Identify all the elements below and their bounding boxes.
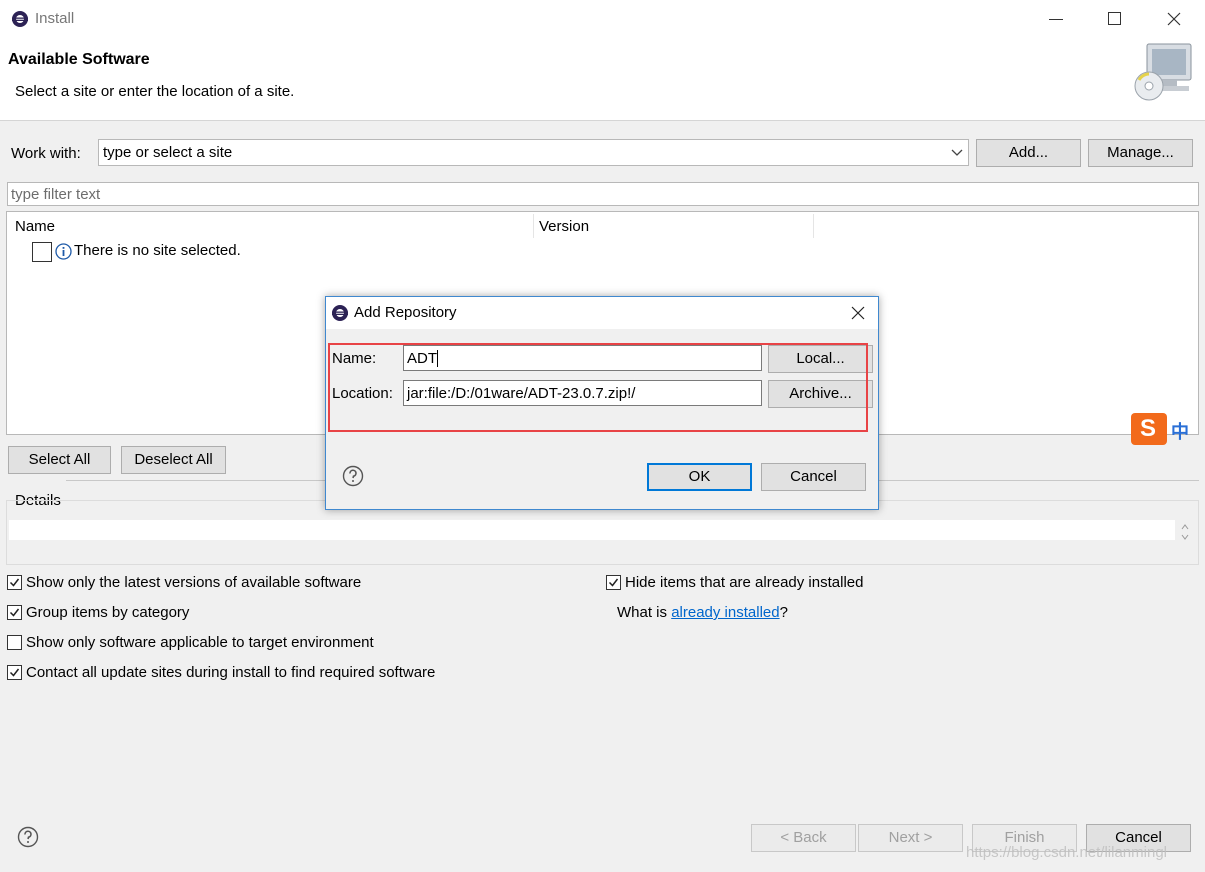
add-button[interactable]: Add... — [976, 139, 1081, 167]
spinner-icon[interactable] — [1180, 523, 1190, 541]
next-button[interactable]: Next > — [858, 824, 963, 852]
add-repository-dialog: Add Repository Name: ADT Local... Locati… — [325, 296, 879, 510]
info-icon — [55, 243, 72, 260]
window-title: Install — [35, 10, 75, 27]
close-button[interactable] — [1161, 7, 1187, 31]
help-icon[interactable] — [17, 826, 39, 848]
work-with-value: type or select a site — [103, 144, 233, 161]
deselect-all-button[interactable]: Deselect All — [121, 446, 226, 474]
what-is-prefix: What is — [617, 604, 672, 621]
what-is-suffix: ? — [779, 604, 788, 621]
work-with-label: Work with: — [11, 145, 81, 162]
dialog-cancel-button[interactable]: Cancel — [761, 463, 866, 491]
filter-placeholder: type filter text — [11, 186, 101, 203]
install-software-icon — [1134, 43, 1192, 101]
wizard-header: Available Software Select a site or ente… — [0, 38, 1205, 121]
column-divider — [533, 214, 534, 238]
hide-installed-checkbox[interactable] — [606, 575, 621, 590]
dialog-close-icon[interactable] — [851, 306, 865, 320]
window-titlebar: Install — [0, 0, 1205, 38]
back-button[interactable]: < Back — [751, 824, 856, 852]
hide-installed-label: Hide items that are already installed — [625, 574, 864, 591]
select-all-button[interactable]: Select All — [8, 446, 111, 474]
maximize-button[interactable] — [1102, 7, 1128, 31]
row-checkbox[interactable] — [32, 242, 52, 262]
what-is-installed-text: What is already installed? — [617, 604, 788, 621]
ime-mode: 中 — [1171, 422, 1189, 442]
latest-versions-checkbox[interactable] — [7, 575, 22, 590]
table-row: There is no site selected. — [74, 242, 241, 259]
column-divider — [813, 214, 814, 238]
details-text — [9, 520, 1175, 540]
dialog-title: Add Repository — [354, 304, 457, 321]
contact-all-sites-label: Contact all update sites during install … — [26, 664, 436, 681]
chevron-down-icon[interactable] — [950, 145, 964, 159]
sogou-icon: S — [1131, 413, 1167, 445]
ime-indicator[interactable]: S 中 — [1131, 413, 1205, 445]
dialog-titlebar: Add Repository — [326, 297, 878, 329]
contact-all-sites-checkbox[interactable] — [7, 665, 22, 680]
highlight-box — [328, 343, 868, 432]
filter-input[interactable]: type filter text — [7, 182, 1199, 206]
page-description: Select a site or enter the location of a… — [15, 83, 295, 100]
help-icon[interactable] — [342, 465, 364, 487]
ok-button[interactable]: OK — [647, 463, 752, 491]
applicable-only-checkbox[interactable] — [7, 635, 22, 650]
group-by-category-label: Group items by category — [26, 604, 190, 621]
watermark: https://blog.csdn.net/lilanmingl — [966, 844, 1167, 861]
eclipse-app-icon — [332, 305, 348, 321]
page-title: Available Software — [8, 51, 150, 68]
minimize-button[interactable] — [1043, 7, 1069, 31]
applicable-only-label: Show only software applicable to target … — [26, 634, 374, 651]
manage-button[interactable]: Manage... — [1088, 139, 1193, 167]
column-header-version[interactable]: Version — [539, 218, 589, 235]
already-installed-link[interactable]: already installed — [671, 604, 779, 621]
column-header-name[interactable]: Name — [15, 218, 55, 235]
latest-versions-label: Show only the latest versions of availab… — [26, 574, 362, 591]
work-with-combo[interactable]: type or select a site — [98, 139, 969, 166]
eclipse-app-icon — [12, 11, 28, 27]
group-by-category-checkbox[interactable] — [7, 605, 22, 620]
